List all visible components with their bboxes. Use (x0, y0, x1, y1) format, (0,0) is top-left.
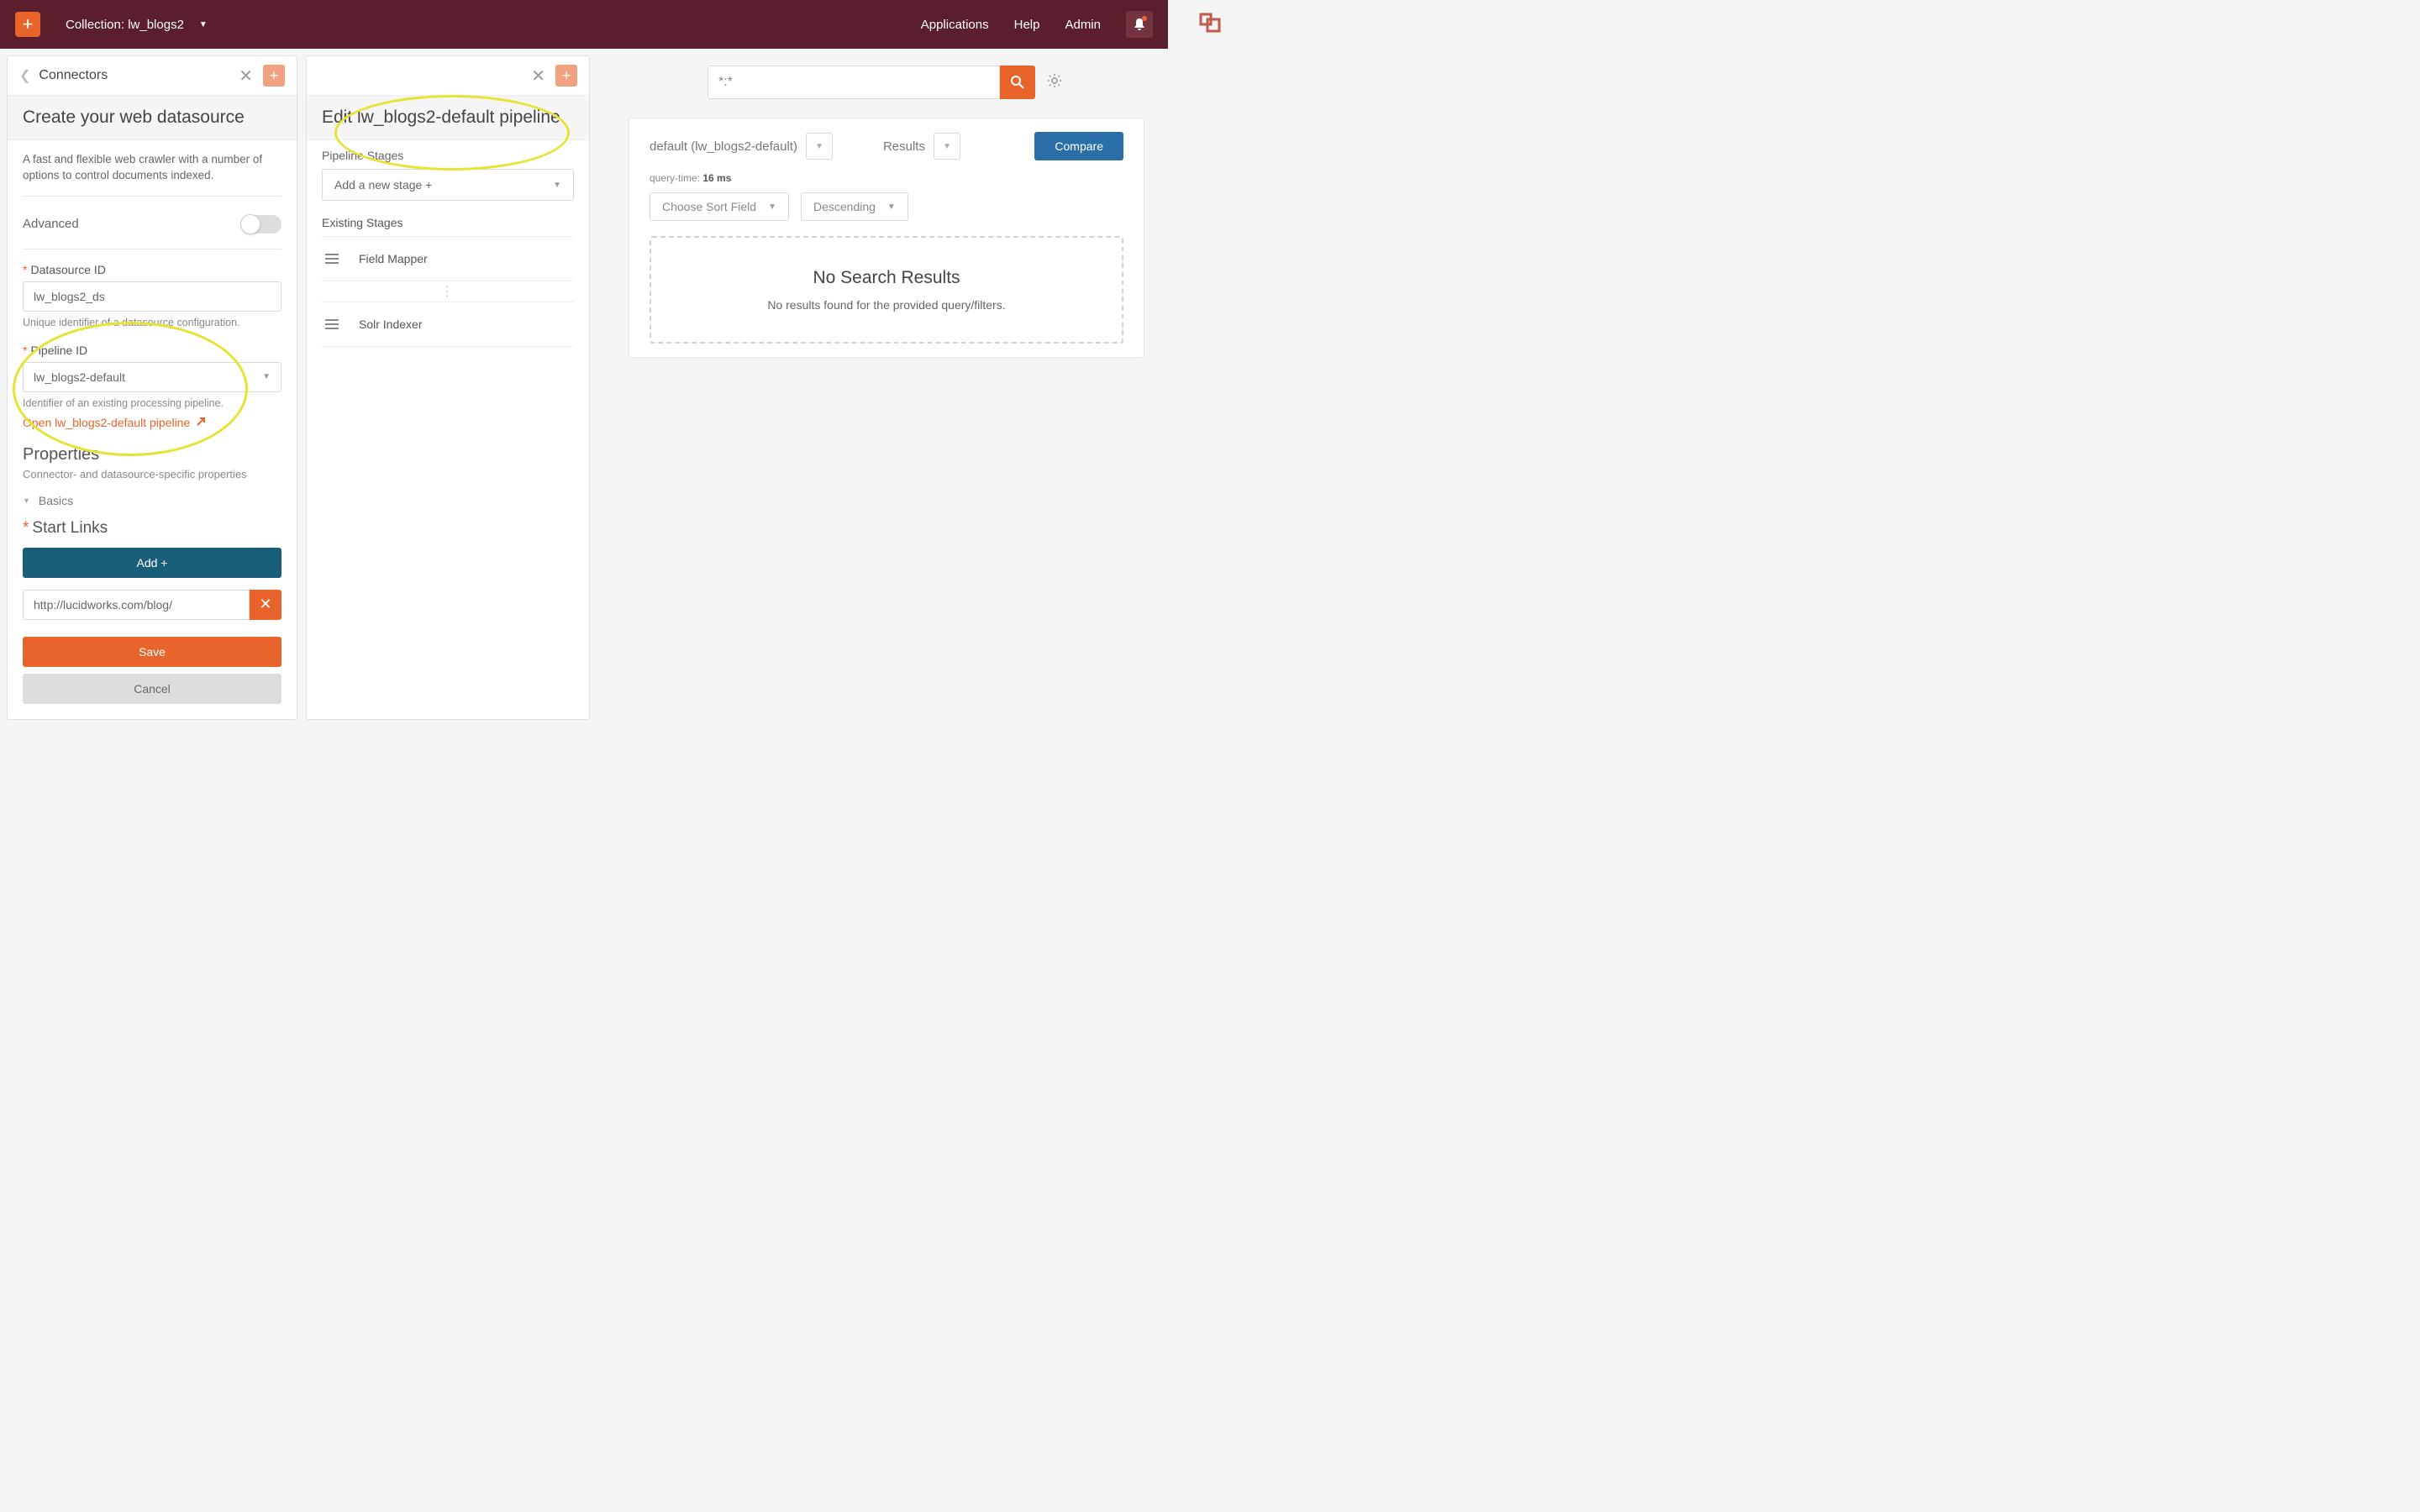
nav-applications[interactable]: Applications (921, 18, 989, 32)
collection-selector[interactable]: Collection: lw_blogs2 ▼ (66, 18, 208, 32)
advanced-label: Advanced (23, 217, 79, 231)
stage-item[interactable]: Solr Indexer (322, 302, 574, 347)
basics-collapse[interactable]: ▼ Basics (23, 494, 281, 507)
drag-handle-icon[interactable] (325, 254, 339, 264)
collection-label: Collection: lw_blogs2 (66, 18, 184, 32)
default-pipeline-label: default (lw_blogs2-default) (650, 139, 797, 154)
results-area: default (lw_blogs2-default) ▼ Results ▼ … (598, 55, 1161, 720)
chevron-down-icon: ▼ (768, 202, 776, 212)
connectors-panel: ❮ Connectors ✕ + Create your web datasou… (7, 55, 297, 720)
basics-label: Basics (39, 494, 73, 507)
notification-button[interactable] (1126, 11, 1153, 38)
sort-field-select[interactable]: Choose Sort Field ▼ (650, 192, 789, 221)
required-star-icon: * (23, 263, 27, 276)
chevron-down-icon: ▼ (262, 372, 271, 381)
stage-name: Solr Indexer (359, 318, 422, 331)
stage-item[interactable]: Field Mapper (322, 236, 574, 281)
search-button[interactable] (1000, 66, 1035, 99)
required-star-icon: * (23, 519, 29, 538)
add-connector-button[interactable]: + (263, 65, 285, 87)
page-title: Create your web datasource (8, 95, 297, 140)
compare-button[interactable]: Compare (1034, 132, 1123, 160)
close-icon[interactable]: ✕ (235, 66, 256, 87)
save-button[interactable]: Save (23, 637, 281, 667)
datasource-id-label: Datasource ID (30, 263, 105, 276)
remove-link-button[interactable]: ✕ (250, 590, 281, 620)
breadcrumb: Connectors (39, 68, 108, 83)
brand-logo (1197, 13, 1223, 37)
chevron-down-icon: ▼ (553, 181, 561, 190)
header-nav: Applications Help Admin (921, 11, 1153, 38)
pipeline-id-label: Pipeline ID (30, 344, 87, 357)
existing-stages-label: Existing Stages (322, 216, 574, 229)
search-box (708, 66, 1035, 99)
drag-handle-icon[interactable] (325, 319, 339, 329)
add-stage-select[interactable]: Add a new stage + ▼ (322, 169, 574, 201)
chevron-down-icon: ▼ (199, 20, 208, 29)
pipeline-id-hint: Identifier of an existing processing pip… (23, 397, 281, 409)
results-label: Results (883, 139, 925, 154)
required-star-icon: * (23, 344, 27, 357)
no-results-box: No Search Results No results found for t… (650, 236, 1123, 344)
notification-dot-icon (1142, 16, 1147, 21)
results-dropdown[interactable]: ▼ (934, 133, 960, 160)
nav-help[interactable]: Help (1014, 18, 1040, 32)
properties-heading: Properties (23, 445, 281, 465)
datasource-description: A fast and flexible web crawler with a n… (23, 152, 281, 197)
pipeline-id-value: lw_blogs2-default (34, 370, 125, 384)
search-icon (1010, 75, 1025, 90)
global-add-button[interactable]: + (15, 12, 40, 37)
stage-name: Field Mapper (359, 252, 428, 265)
chevron-down-icon: ▼ (887, 202, 896, 212)
query-time: query-time: 16 ms (650, 172, 1123, 184)
add-start-link-button[interactable]: Add + (23, 548, 281, 578)
workspace: ❮ Connectors ✕ + Create your web datasou… (0, 49, 1168, 727)
nav-admin[interactable]: Admin (1065, 18, 1101, 32)
panel-header: ✕ + (307, 56, 589, 95)
no-results-subtitle: No results found for the provided query/… (668, 298, 1105, 312)
sort-direction-select[interactable]: Descending ▼ (801, 192, 908, 221)
back-chevron-icon[interactable]: ❮ (19, 67, 30, 84)
pipeline-title: Edit lw_blogs2-default pipeline (307, 95, 589, 140)
search-input[interactable] (708, 66, 1000, 99)
pipeline-stages-label: Pipeline Stages (322, 149, 574, 162)
datasource-id-hint: Unique identifier of a datasource config… (23, 317, 281, 328)
close-icon[interactable]: ✕ (528, 66, 549, 87)
start-link-input[interactable] (23, 590, 250, 620)
pipeline-panel: ✕ + Edit lw_blogs2-default pipeline Pipe… (306, 55, 590, 720)
connector-form: A fast and flexible web crawler with a n… (8, 140, 297, 719)
panel-header: ❮ Connectors ✕ + (8, 56, 297, 95)
stage-dots-icon: ⋮ (322, 281, 574, 302)
pipeline-id-select[interactable]: lw_blogs2-default ▼ (23, 362, 281, 392)
open-pipeline-link[interactable]: Open lw_blogs2-default pipeline (23, 416, 207, 430)
datasource-id-input[interactable] (23, 281, 281, 312)
app-header: + Collection: lw_blogs2 ▼ Applications H… (0, 0, 1168, 49)
pipeline-dropdown[interactable]: ▼ (806, 133, 833, 160)
results-card: default (lw_blogs2-default) ▼ Results ▼ … (629, 118, 1144, 358)
gear-icon[interactable] (1047, 73, 1062, 92)
properties-desc: Connector- and datasource-specific prope… (23, 468, 281, 480)
add-pipeline-button[interactable]: + (555, 65, 577, 87)
toggle-knob (240, 214, 260, 234)
advanced-toggle[interactable] (241, 215, 281, 234)
triangle-down-icon: ▼ (23, 496, 30, 505)
no-results-title: No Search Results (668, 268, 1105, 288)
cancel-button[interactable]: Cancel (23, 674, 281, 704)
external-link-icon (195, 416, 207, 430)
start-links-label: Start Links (32, 519, 108, 538)
